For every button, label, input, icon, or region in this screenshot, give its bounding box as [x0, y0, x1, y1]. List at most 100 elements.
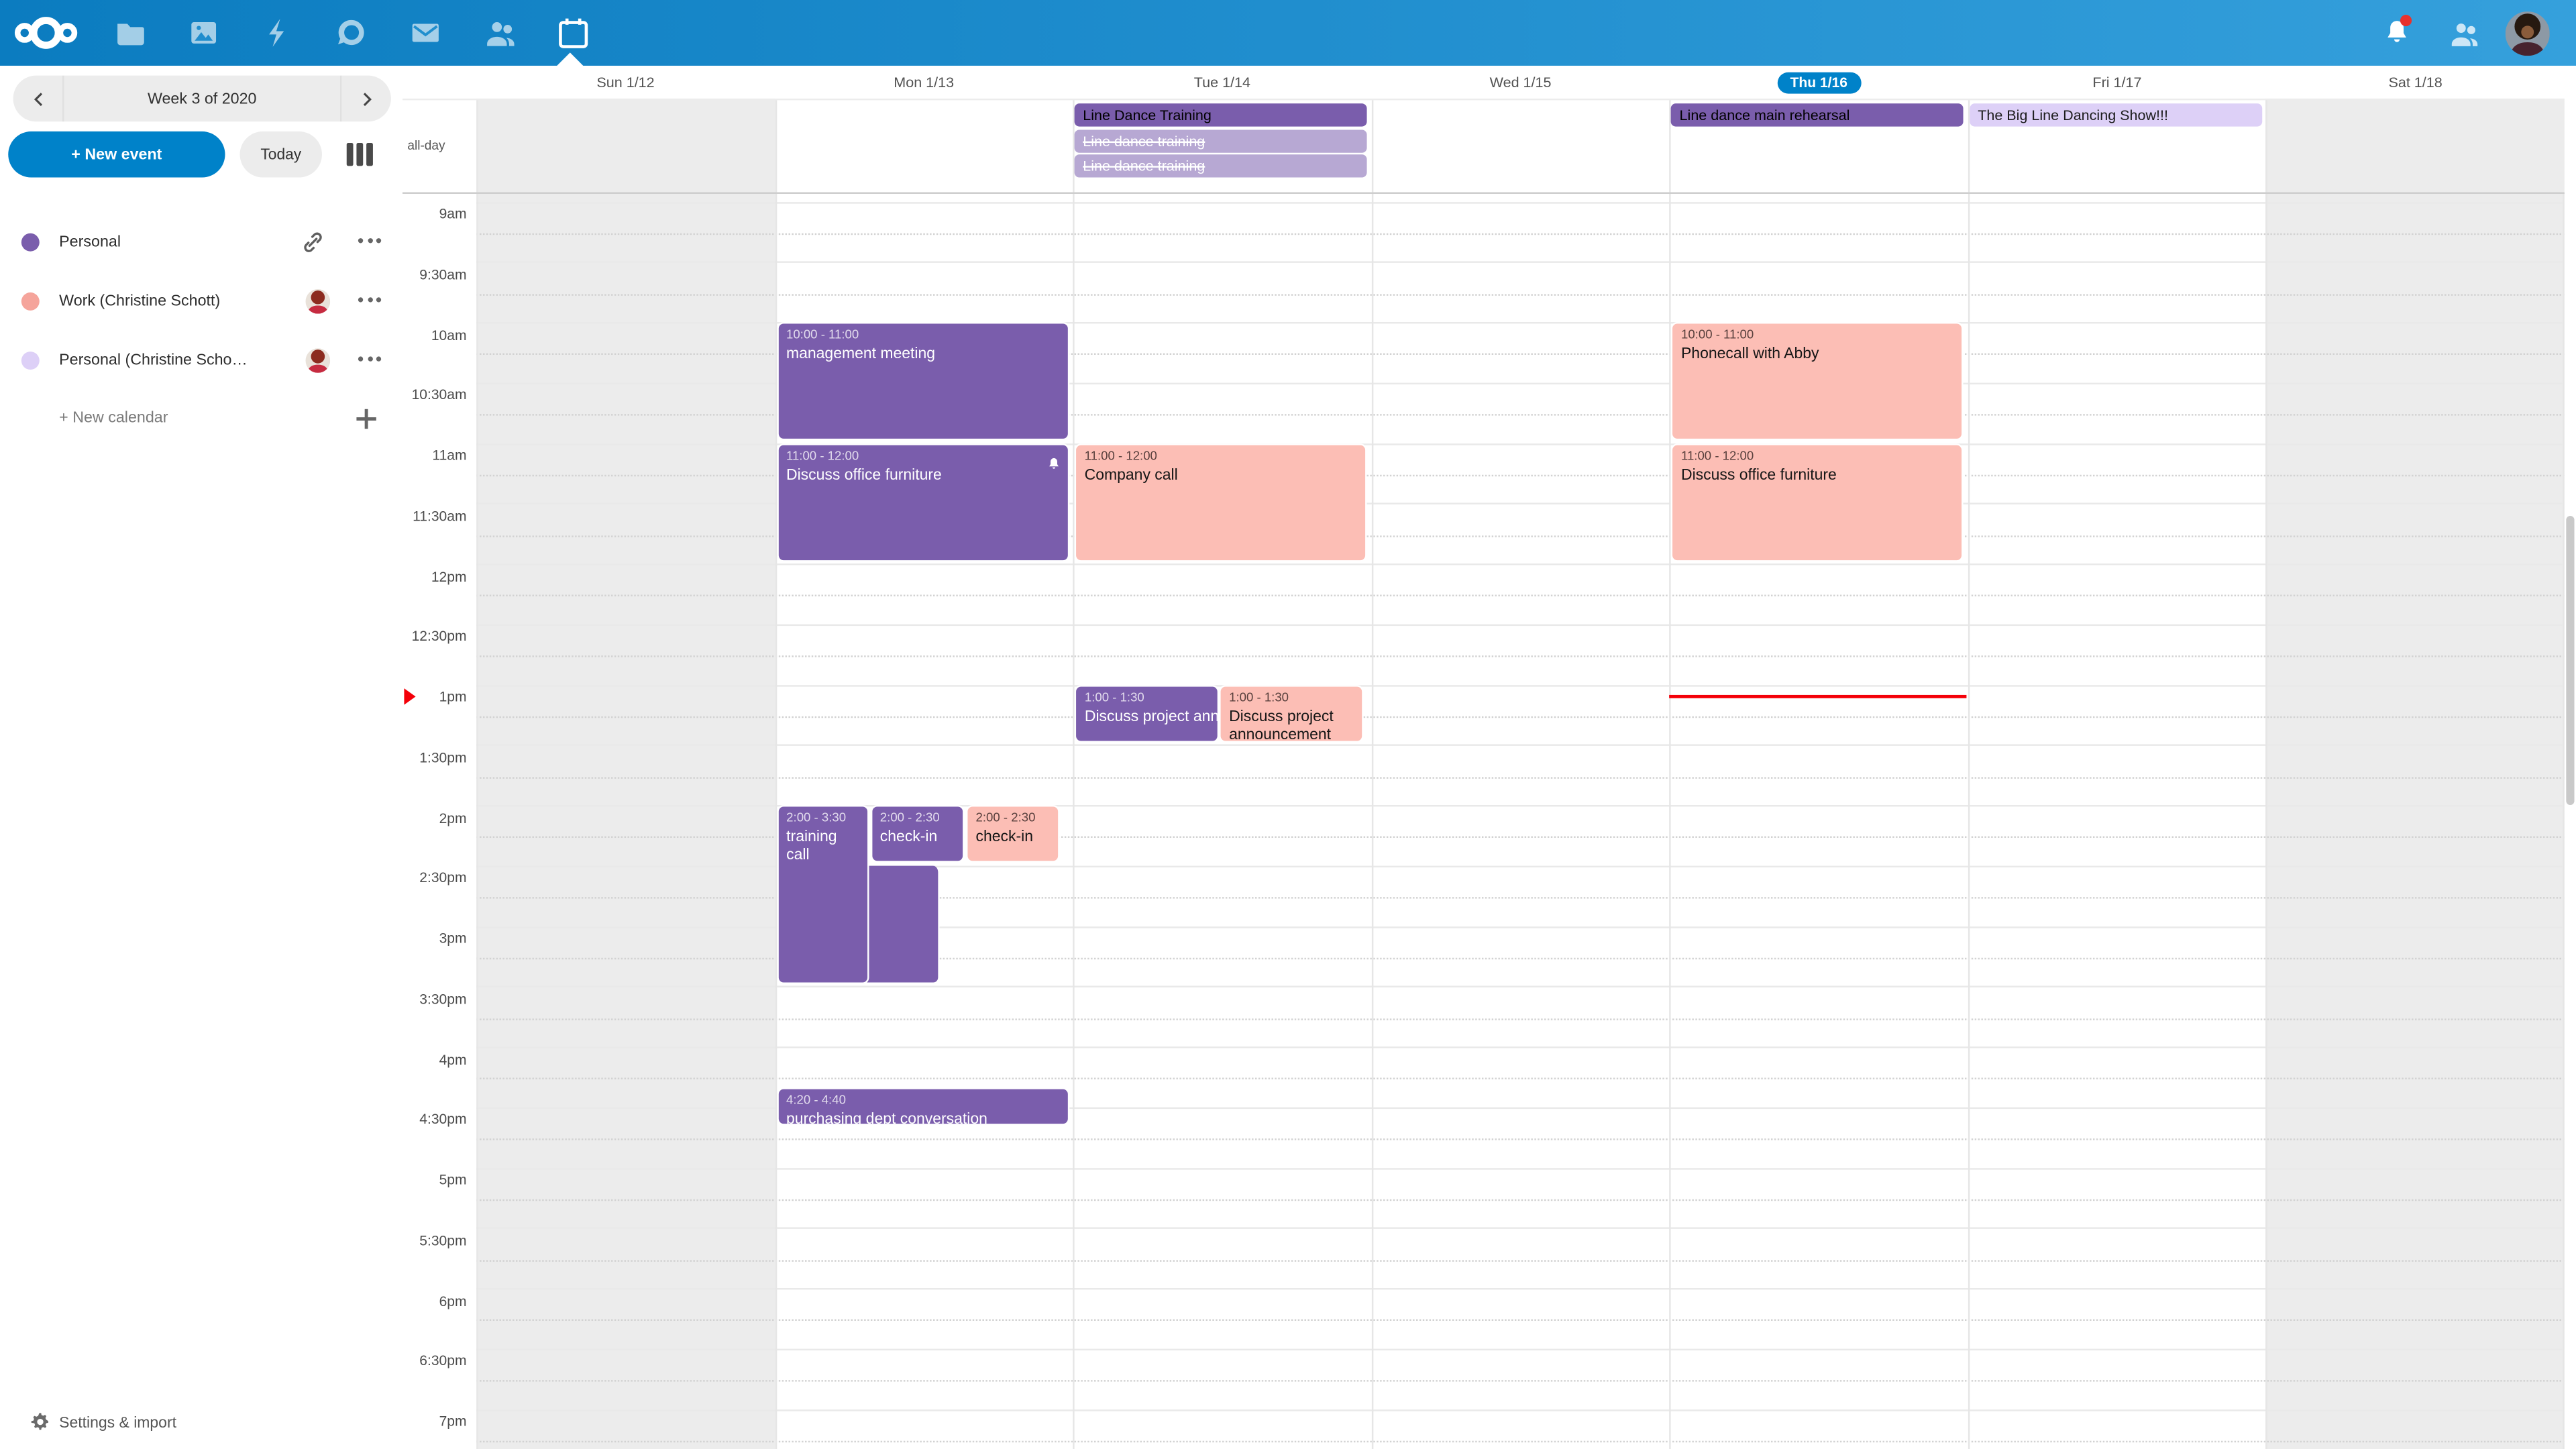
- previous-week-button[interactable]: [13, 76, 64, 122]
- event[interactable]: 1:00 - 1:30Discuss project announcement: [1219, 684, 1364, 742]
- calendar-menu-button[interactable]: [358, 238, 381, 243]
- calendar-menu-button[interactable]: [358, 297, 381, 302]
- app-navigation: [0, 0, 610, 66]
- time-grid: 9am9:30am10am10:30am11am11:30am12pm12:30…: [402, 194, 2576, 1449]
- nextcloud-logo[interactable]: [0, 0, 92, 66]
- notification-badge: [2400, 15, 2412, 26]
- photos-app-icon[interactable]: [166, 0, 239, 66]
- activity-app-icon[interactable]: [240, 0, 314, 66]
- all-day-event[interactable]: Line dance training: [1075, 129, 1367, 152]
- day-header-row: Sun 1/12 Mon 1/13 Tue 1/14 Wed 1/15 Thu 1/16…: [476, 66, 2565, 99]
- day-header-label: Fri 1/17: [2092, 74, 2141, 90]
- today-button[interactable]: Today: [240, 131, 322, 178]
- calendar-list-item-personal[interactable]: Personal: [0, 219, 402, 266]
- share-link-icon[interactable]: [301, 230, 325, 255]
- day-header[interactable]: Fri 1/17: [1968, 66, 2267, 99]
- scrollbar-thumb[interactable]: [2566, 516, 2574, 805]
- day-column: [1371, 194, 1670, 1449]
- event-time: 10:00 - 11:00: [1681, 327, 1954, 341]
- day-header[interactable]: Sat 1/18: [2266, 66, 2565, 99]
- event-time: 11:00 - 12:00: [1085, 447, 1358, 462]
- user-avatar[interactable]: [2506, 11, 2550, 55]
- time-label: 4:30pm: [402, 1111, 476, 1127]
- avatar-photo: [2506, 11, 2550, 55]
- event-time: 11:00 - 12:00: [1681, 447, 1954, 462]
- calendar-name: Personal (Christine Scho…: [59, 352, 287, 370]
- owner-avatar: [306, 289, 331, 314]
- day-header[interactable]: Thu 1/16: [1670, 66, 1968, 99]
- day-header-label: Mon 1/13: [894, 74, 954, 90]
- time-label: 6pm: [402, 1292, 476, 1308]
- event-title: Discuss project announcement: [1229, 706, 1354, 742]
- day-header[interactable]: Sun 1/12: [476, 66, 775, 99]
- plus-icon[interactable]: [356, 409, 376, 429]
- day-column: 10:00 - 11:00Phonecall with Abby11:00 - …: [1670, 194, 1968, 1449]
- time-label: 4pm: [402, 1051, 476, 1067]
- week-columns: 10:00 - 11:00management meeting11:00 - 1…: [476, 194, 2565, 1449]
- all-day-event[interactable]: The Big Line Dancing Show!!!: [1970, 103, 2262, 126]
- event[interactable]: 11:00 - 12:00Discuss office furniture: [1671, 443, 1964, 561]
- settings-and-import[interactable]: Settings & import: [0, 1397, 402, 1446]
- event-time: 2:00 - 2:30: [976, 810, 1051, 824]
- calendar-list-item-work-christine[interactable]: Work (Christine Schott): [0, 278, 402, 325]
- day-header[interactable]: Wed 1/15: [1371, 66, 1670, 99]
- event[interactable]: 2:00 - 2:30check-in: [870, 805, 964, 863]
- day-header-label: Tue 1/14: [1194, 74, 1250, 90]
- calendar-list-item-personal-christine[interactable]: Personal (Christine Scho…: [0, 337, 402, 384]
- contacts-app-icon[interactable]: [462, 0, 535, 66]
- time-label: 2:30pm: [402, 869, 476, 885]
- day-column: [476, 194, 775, 1449]
- mail-app-icon[interactable]: [388, 0, 462, 66]
- event[interactable]: 10:00 - 11:00management meeting: [776, 322, 1069, 440]
- nextcloud-logo-icon: [11, 11, 80, 54]
- today-pill: Thu 1/16: [1777, 72, 1861, 93]
- gear-icon: [30, 1410, 51, 1432]
- event[interactable]: 10:00 - 11:00Phonecall with Abby: [1671, 322, 1964, 440]
- event[interactable]: 2:00 - 2:30check-in: [966, 805, 1060, 863]
- time-label: 3pm: [402, 930, 476, 946]
- time-label: 5pm: [402, 1171, 476, 1187]
- time-label: 1:30pm: [402, 749, 476, 765]
- event[interactable]: 1:00 - 1:30Discuss project announcement: [1075, 684, 1220, 742]
- event[interactable]: 11:00 - 12:00 Company call: [1075, 443, 1367, 561]
- event-time: 11:00 - 12:00: [786, 447, 1059, 462]
- notifications-button[interactable]: [2364, 0, 2430, 66]
- calendar-color-dot: [21, 292, 40, 311]
- new-event-button[interactable]: + New event: [8, 131, 225, 178]
- day-column: 10:00 - 11:00management meeting11:00 - 1…: [775, 194, 1073, 1449]
- event-time: 2:00 - 3:30: [786, 810, 859, 824]
- time-label: 12:30pm: [402, 628, 476, 644]
- current-time-line: [1670, 694, 1966, 698]
- chevron-left-icon: [30, 91, 45, 106]
- grid-vline: [476, 100, 478, 192]
- event[interactable]: 4:20 - 4:40purchasing dept conversation: [776, 1087, 1069, 1124]
- time-label: 3:30pm: [402, 990, 476, 1006]
- time-label: 12pm: [402, 568, 476, 584]
- all-day-label: all-day: [407, 138, 445, 153]
- contacts-menu-button[interactable]: [2430, 0, 2496, 66]
- new-calendar-row[interactable]: + New calendar: [0, 396, 402, 443]
- day-header[interactable]: Tue 1/14: [1073, 66, 1372, 99]
- grid-vline: [775, 100, 776, 192]
- week-label[interactable]: Week 3 of 2020: [64, 89, 340, 107]
- alarm-bell-icon: [1046, 449, 1061, 479]
- next-week-button[interactable]: [340, 76, 391, 122]
- calendar-menu-button[interactable]: [358, 356, 381, 361]
- all-day-event[interactable]: Line Dance Training: [1075, 103, 1367, 126]
- chevron-right-icon: [359, 91, 374, 106]
- files-app-icon[interactable]: [92, 0, 166, 66]
- event-title: check-in: [880, 826, 955, 845]
- event[interactable]: 2:00 - 3:30training call: [776, 805, 869, 983]
- time-label: 11am: [402, 447, 476, 463]
- event[interactable]: 11:00 - 12:00Discuss office furniture: [776, 443, 1069, 561]
- talk-app-icon[interactable]: [314, 0, 388, 66]
- time-label: 10:30am: [402, 386, 476, 402]
- owner-avatar: [306, 348, 331, 373]
- all-day-event[interactable]: Line dance main rehearsal: [1671, 103, 1964, 126]
- day-header[interactable]: Mon 1/13: [775, 66, 1073, 99]
- all-day-event[interactable]: Line dance training: [1075, 154, 1367, 177]
- time-gutter: 9am9:30am10am10:30am11am11:30am12pm12:30…: [402, 194, 476, 1449]
- event-title: Company call: [1085, 464, 1358, 482]
- view-toggle-button[interactable]: [347, 143, 373, 166]
- event-time: 4:20 - 4:40: [786, 1091, 1059, 1106]
